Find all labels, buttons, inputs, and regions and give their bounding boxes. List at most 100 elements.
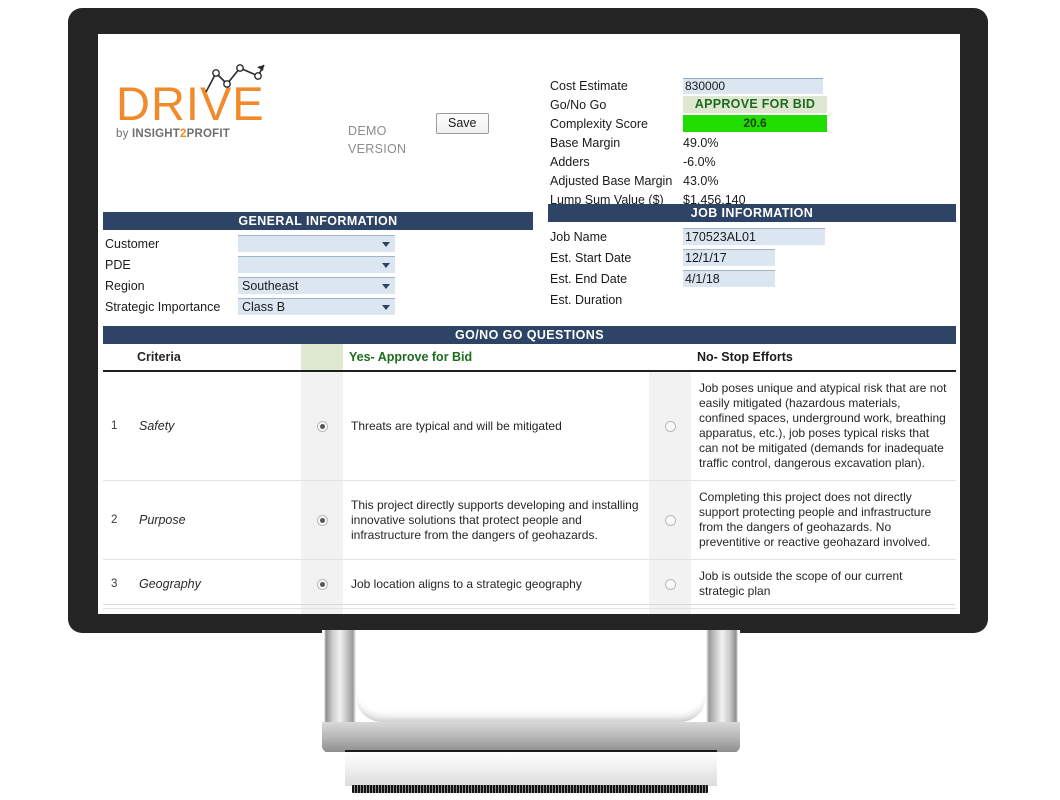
row-criteria: Geography bbox=[131, 559, 301, 609]
field-row-est-end-date: Est. End Date 4/1/18 bbox=[548, 268, 956, 289]
row-yes-text: This project directly supports developin… bbox=[343, 480, 649, 560]
adders-value: -6.0% bbox=[683, 154, 716, 169]
row-number: 1 bbox=[103, 371, 131, 481]
no-radio-cell[interactable] bbox=[649, 608, 691, 614]
chart-zigzag-icon bbox=[205, 64, 265, 93]
metric-row-adders: Adders -6.0% bbox=[550, 152, 950, 171]
job-information-title: JOB INFORMATION bbox=[548, 204, 956, 222]
monitor-base bbox=[345, 752, 717, 786]
row-criteria: Safety bbox=[131, 371, 301, 481]
general-information-section: GENERAL INFORMATION Customer PDE Region … bbox=[103, 212, 533, 317]
est-start-date-input[interactable]: 12/1/17 bbox=[683, 249, 775, 266]
monitor-base-foot bbox=[352, 785, 708, 793]
metric-row-cost-estimate: Cost Estimate 830000 bbox=[550, 76, 950, 95]
app-logo: DRIVE by INSIGHT2PROFIT bbox=[116, 64, 366, 140]
strategic-importance-dropdown[interactable]: Class B bbox=[238, 298, 395, 315]
adjusted-base-margin-value: 43.0% bbox=[683, 173, 719, 188]
field-label: Strategic Importance bbox=[105, 299, 221, 314]
no-radio-cell[interactable] bbox=[649, 480, 691, 560]
column-header-no: No- Stop Efforts bbox=[691, 344, 956, 372]
column-header-criteria: Criteria bbox=[131, 344, 301, 372]
yes-radio-cell[interactable] bbox=[301, 480, 343, 560]
row-no-text: Job poses unique and atypical risk that … bbox=[691, 371, 956, 481]
field-row-region: Region Southeast bbox=[103, 275, 533, 296]
row-number: 3 bbox=[103, 559, 131, 609]
metric-label: Base Margin bbox=[550, 135, 621, 150]
table-bottom-divider bbox=[103, 604, 955, 605]
field-label: Region bbox=[105, 278, 145, 293]
field-label: Customer bbox=[105, 236, 160, 251]
monitor-stand-neck-inner bbox=[356, 630, 706, 722]
no-radio-button[interactable] bbox=[664, 514, 676, 526]
yes-radio-button[interactable] bbox=[316, 578, 328, 590]
field-row-customer: Customer bbox=[103, 233, 533, 254]
screen: DRIVE by INSIGHT2PROFIT DEMO VERSION Sav… bbox=[98, 34, 960, 614]
cost-estimate-input[interactable]: 830000 bbox=[683, 77, 823, 94]
gonogo-table: Criteria Yes- Approve for Bid No- Stop E… bbox=[103, 344, 956, 614]
est-end-date-input[interactable]: 4/1/18 bbox=[683, 270, 775, 287]
region-dropdown[interactable]: Southeast bbox=[238, 277, 395, 294]
field-row-est-duration: Est. Duration bbox=[548, 289, 956, 310]
table-row: 1 Safety Threats are typical and will be… bbox=[103, 371, 956, 481]
no-radio-cell[interactable] bbox=[649, 559, 691, 609]
metric-label: Adders bbox=[550, 154, 590, 169]
table-header-row: Criteria Yes- Approve for Bid No- Stop E… bbox=[103, 344, 956, 372]
demo-line-2: VERSION bbox=[348, 142, 407, 156]
demo-version-label: DEMO VERSION bbox=[348, 122, 406, 158]
metric-row-complexity-score: Complexity Score 20.6 bbox=[550, 114, 950, 133]
field-label: Job Name bbox=[550, 229, 607, 244]
metric-label: Adjusted Base Margin bbox=[550, 173, 673, 188]
metric-label: Cost Estimate bbox=[550, 78, 628, 93]
yes-radio-cell[interactable] bbox=[301, 559, 343, 609]
row-criteria: Quality of Working Partnerships bbox=[131, 608, 301, 614]
chevron-down-icon bbox=[382, 263, 390, 268]
field-label: Est. Start Date bbox=[550, 250, 632, 265]
job-information-section: JOB INFORMATION Job Name 170523AL01 Est.… bbox=[548, 204, 956, 310]
row-yes-text: Job location aligns to a strategic geogr… bbox=[343, 559, 649, 609]
field-label: PDE bbox=[105, 257, 131, 272]
metric-label: Complexity Score bbox=[550, 116, 648, 131]
pde-dropdown[interactable] bbox=[238, 256, 395, 273]
table-row: 2 Purpose This project directly supports… bbox=[103, 480, 956, 560]
monitor-stand-bar bbox=[322, 722, 740, 752]
base-margin-value: 49.0% bbox=[683, 135, 719, 150]
yes-radio-button[interactable] bbox=[316, 420, 328, 432]
metric-row-base-margin: Base Margin 49.0% bbox=[550, 133, 950, 152]
job-name-input[interactable]: 170523AL01 bbox=[683, 228, 825, 245]
field-row-job-name: Job Name 170523AL01 bbox=[548, 226, 956, 247]
region-dropdown-value: Southeast bbox=[242, 279, 299, 293]
metric-label: Go/No Go bbox=[550, 97, 607, 112]
gonogo-questions-section: GO/NO GO QUESTIONS Criteria Yes- Approve… bbox=[103, 326, 956, 614]
chevron-down-icon bbox=[382, 284, 390, 289]
row-no-text: Job is outside the scope of our current … bbox=[691, 559, 956, 609]
strategic-importance-dropdown-value: Class B bbox=[242, 300, 286, 314]
field-row-est-start-date: Est. Start Date 12/1/17 bbox=[548, 247, 956, 268]
yes-radio-button[interactable] bbox=[316, 514, 328, 526]
column-header-yes-radio bbox=[301, 344, 343, 372]
row-criteria: Purpose bbox=[131, 480, 301, 560]
row-number: 4 bbox=[103, 608, 131, 614]
row-no-text: Job requires working with non-favorable … bbox=[691, 608, 956, 614]
row-yes-text: Job requires working with favorable and … bbox=[343, 608, 649, 614]
save-button[interactable]: Save bbox=[436, 113, 489, 134]
field-row-strategic-importance: Strategic Importance Class B bbox=[103, 296, 533, 317]
yes-radio-cell[interactable] bbox=[301, 371, 343, 481]
customer-dropdown[interactable] bbox=[238, 235, 395, 252]
column-header-no-radio bbox=[649, 344, 691, 372]
chevron-down-icon bbox=[382, 305, 390, 310]
gonogo-questions-title: GO/NO GO QUESTIONS bbox=[103, 326, 956, 344]
column-header-yes: Yes- Approve for Bid bbox=[343, 344, 649, 372]
metric-row-adjusted-base-margin: Adjusted Base Margin 43.0% bbox=[550, 171, 950, 190]
no-radio-button[interactable] bbox=[664, 578, 676, 590]
yes-radio-cell[interactable] bbox=[301, 608, 343, 614]
chevron-down-icon bbox=[382, 242, 390, 247]
row-yes-text: Threats are typical and will be mitigate… bbox=[343, 371, 649, 481]
metric-row-go-no-go: Go/No Go APPROVE FOR BID bbox=[550, 95, 950, 114]
demo-line-1: DEMO bbox=[348, 124, 387, 138]
metrics-panel: Cost Estimate 830000 Go/No Go APPROVE FO… bbox=[550, 76, 950, 209]
complexity-score-badge: 20.6 bbox=[683, 115, 827, 132]
no-radio-cell[interactable] bbox=[649, 371, 691, 481]
no-radio-button[interactable] bbox=[664, 420, 676, 432]
field-row-pde: PDE bbox=[103, 254, 533, 275]
field-label: Est. End Date bbox=[550, 271, 628, 286]
